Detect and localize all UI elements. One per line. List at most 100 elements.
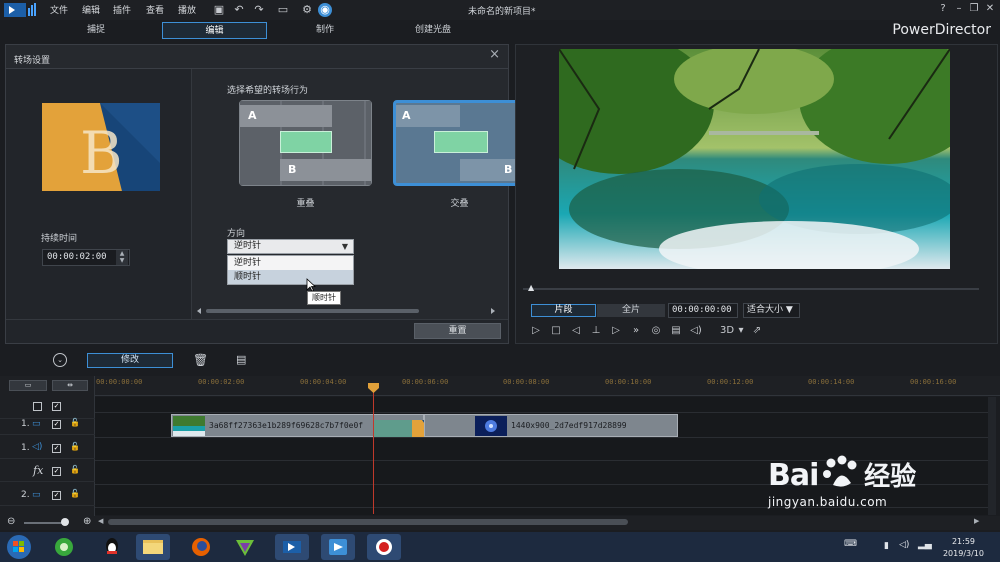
menu-file[interactable]: 文件 (50, 3, 68, 16)
clip-thumbnail (173, 416, 205, 436)
direction-select[interactable]: 逆时针 ▼ (227, 239, 354, 254)
play-icon[interactable]: ▷ (529, 324, 543, 338)
qq-icon[interactable] (95, 534, 129, 560)
help-icon[interactable]: ? (936, 2, 950, 16)
media-player-icon[interactable] (228, 534, 262, 560)
browser-360-icon[interactable] (47, 534, 81, 560)
lock-icon[interactable]: 🔓 (70, 418, 80, 427)
edit-text-icon[interactable]: ▤ (236, 353, 246, 366)
next-frame-icon[interactable]: ▷ (609, 324, 623, 338)
account-icon[interactable]: ◉ (318, 3, 332, 17)
undo-icon[interactable]: ↶ (232, 3, 246, 17)
undock-icon[interactable]: ⇗ (750, 324, 764, 338)
tab-capture[interactable]: 捕捉 (60, 22, 132, 39)
direction-option-clockwise[interactable]: 顺时针 (228, 270, 353, 284)
watermark-brand-cn: 经验 (864, 462, 917, 492)
all-tracks-monitor-icon[interactable] (33, 402, 42, 411)
volume-icon[interactable]: ◁) (689, 324, 703, 338)
timecode-display[interactable]: 00:00:00:00 (668, 303, 738, 318)
aspect-ratio-icon[interactable]: ▭ (274, 3, 292, 17)
start-button-icon[interactable] (4, 533, 34, 561)
split-icon[interactable]: ⊥ (589, 324, 603, 338)
firefox-icon[interactable] (184, 534, 218, 560)
clip-filename: 1440x900_2d7edf917d28899 (511, 421, 627, 430)
fast-forward-icon[interactable]: » (629, 324, 643, 338)
lock-icon[interactable]: 🔓 (70, 465, 80, 474)
crossover-option[interactable]: A B (393, 100, 526, 186)
zoom-fit-select[interactable]: 适合大小 ▼ (743, 303, 800, 318)
track-number: 1. (21, 443, 30, 453)
modify-button[interactable]: 修改 (87, 353, 173, 368)
fit-timeline-icon[interactable]: ⇹ (52, 380, 88, 391)
options-scrollbar[interactable] (196, 307, 496, 315)
save-icon[interactable]: ▣ (212, 3, 226, 17)
duration-stepper[interactable]: ▲ ▼ (116, 250, 128, 265)
horizontal-scrollbar-thumb[interactable] (108, 519, 628, 525)
snapshot-camera-icon[interactable]: ◎ (649, 324, 663, 338)
three-d-dropdown-icon[interactable]: ▾ (734, 324, 748, 338)
delete-trash-icon[interactable]: 🗑 (193, 353, 208, 367)
clip-thumbnail (475, 416, 507, 436)
powerdirector-logo-icon (4, 3, 36, 17)
ruler-tick-label: 00:00:04:00 (300, 378, 347, 386)
clip-mode-button[interactable]: 片段 (531, 304, 596, 317)
direction-option-counterclockwise[interactable]: 逆时针 (228, 256, 353, 270)
zoom-in-icon[interactable]: ⊕ (83, 516, 91, 527)
tab-produce[interactable]: 制作 (290, 22, 360, 39)
reset-button[interactable]: 重置 (414, 323, 501, 339)
subtitles-icon[interactable]: ▤ (669, 324, 683, 338)
scroll-left-icon[interactable]: ◀ (98, 517, 103, 525)
movie-mode-button[interactable]: 全片 (597, 304, 665, 317)
lane-divider (95, 437, 988, 438)
track-row-video-1: 1. ▭ ✓ 🔓 (0, 413, 95, 435)
scrubber-handle-icon[interactable]: ▲ (528, 283, 534, 292)
menu-bar: 文件 编辑 插件 查看 播放 ▣ ↶ ↷ ▭ ⚙ ◉ 未命名的新项目* ? – … (0, 0, 1000, 20)
track-manager-icon[interactable]: ▭ (9, 380, 47, 391)
powerdirector-taskbar-icon[interactable] (275, 534, 309, 560)
track-enable-checkbox[interactable]: ✓ (52, 467, 61, 476)
tray-network-icon[interactable]: ▂▄ (918, 540, 932, 550)
menu-view[interactable]: 查看 (146, 3, 164, 16)
close-icon[interactable]: × (489, 47, 500, 62)
previous-frame-icon[interactable]: ◁ (569, 324, 583, 338)
menu-play[interactable]: 播放 (178, 3, 196, 16)
scroll-right-icon[interactable]: ▶ (974, 517, 979, 525)
minimize-icon[interactable]: – (952, 2, 966, 16)
video-track-icon: ▭ (32, 419, 41, 429)
overlap-option[interactable]: A B (239, 100, 372, 186)
all-tracks-checkbox[interactable]: ✓ (52, 402, 61, 411)
menu-edit[interactable]: 编辑 (82, 3, 100, 16)
restore-icon[interactable]: ❐ (967, 2, 981, 16)
lock-icon[interactable]: 🔓 (70, 489, 80, 498)
playhead-handle-icon[interactable] (368, 383, 379, 393)
menu-plugins[interactable]: 插件 (113, 3, 131, 16)
tray-usb-icon[interactable]: ▮ (884, 541, 889, 551)
playhead-line[interactable] (373, 384, 374, 514)
tray-speaker-icon[interactable]: ◁) (899, 540, 909, 550)
tab-edit[interactable]: 编辑 (162, 22, 267, 39)
close-window-icon[interactable]: ✕ (983, 2, 997, 16)
collapse-chevron-icon[interactable]: ⌄ (53, 353, 67, 367)
lane-divider (95, 412, 988, 413)
vertical-scrollbar[interactable] (988, 397, 996, 515)
tab-create-disc[interactable]: 创建光盘 (398, 22, 468, 39)
track-enable-checkbox[interactable]: ✓ (52, 420, 61, 429)
preview-scrubber-track[interactable] (523, 288, 979, 290)
screen-recorder-icon[interactable] (367, 534, 401, 560)
arrow-app-icon[interactable] (321, 534, 355, 560)
lock-icon[interactable]: 🔓 (70, 442, 80, 451)
clip-b-bar: B (460, 159, 523, 181)
settings-gear-icon[interactable]: ⚙ (300, 3, 314, 17)
zoom-slider-thumb[interactable] (61, 518, 69, 526)
zoom-out-icon[interactable]: ⊖ (7, 516, 15, 527)
stop-icon[interactable]: □ (549, 324, 563, 338)
redo-icon[interactable]: ↷ (252, 3, 266, 17)
system-clock[interactable]: 21:59 2019/3/10 (943, 536, 984, 560)
tray-keyboard-icon[interactable]: ⌨ (844, 539, 857, 549)
track-enable-checkbox[interactable]: ✓ (52, 444, 61, 453)
direction-label: 方向 (227, 229, 246, 239)
track-enable-checkbox[interactable]: ✓ (52, 491, 61, 500)
ruler-tick-label: 00:00:16:00 (910, 378, 957, 386)
video-clip[interactable]: 1440x900_2d7edf917d28899 (424, 414, 678, 437)
file-explorer-icon[interactable] (136, 534, 170, 560)
